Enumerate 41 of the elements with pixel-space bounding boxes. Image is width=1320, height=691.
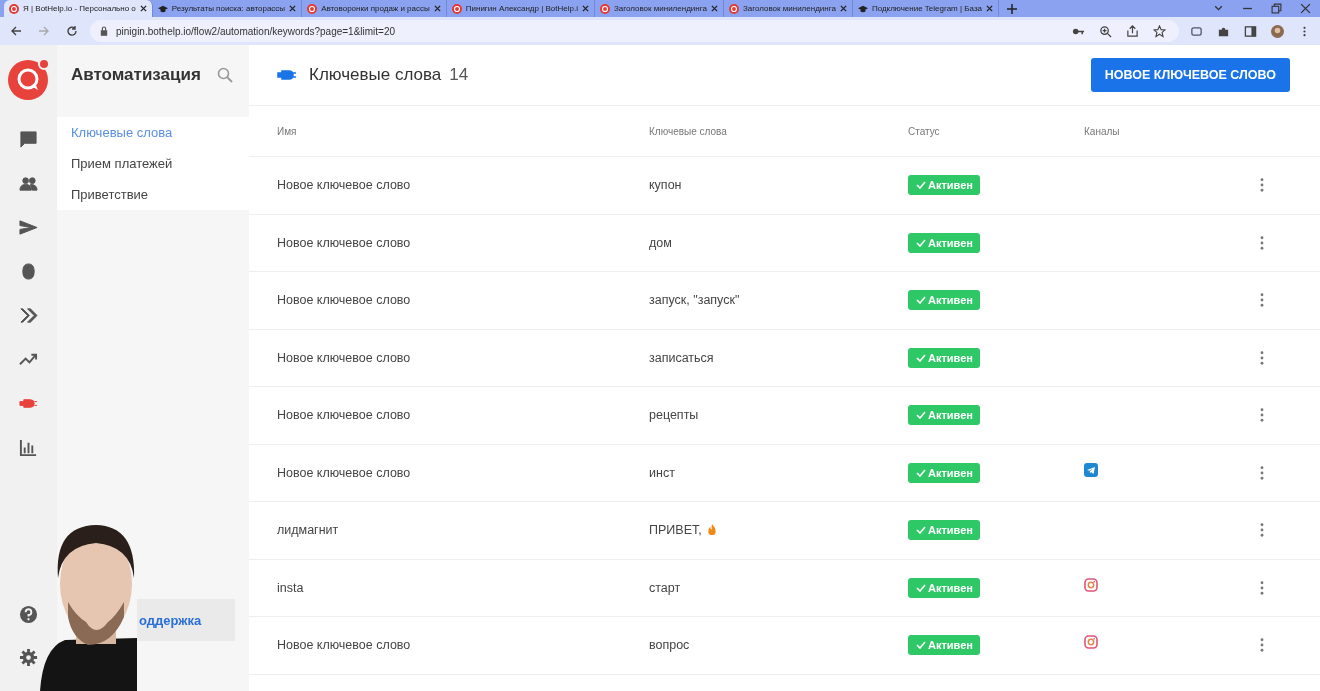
keyword-text: записаться — [649, 350, 714, 365]
keyword-name: Новое ключевое слово — [276, 293, 412, 308]
keyword-name: лидмагнит — [276, 523, 340, 538]
status-badge: Активен — [908, 347, 980, 368]
status-badge: Активен — [908, 520, 980, 541]
keyword-text: старт — [649, 580, 681, 595]
status-badge: Активен — [908, 232, 980, 253]
column-header: Статус — [908, 125, 941, 137]
keyword-text: ПРИВЕТ, — [649, 523, 702, 538]
keyword-name: Новое ключевое слово — [276, 178, 412, 193]
browser-tab[interactable]: Я | BotHelp.io - Персонально о — [4, 0, 153, 17]
keyword-name: Новое ключевое слово — [276, 638, 412, 653]
keyword-text: вопрос — [649, 638, 690, 653]
keyword-name: insta — [276, 580, 305, 595]
keyword-name: Новое ключевое слово — [276, 408, 412, 423]
keyword-text: запуск, "запуск" — [649, 293, 740, 308]
sidebar-title: Автоматизация — [71, 65, 201, 85]
status-badge: Активен — [908, 577, 980, 598]
keyword-count: 14 — [449, 65, 469, 85]
keyword-text: рецепты — [649, 408, 699, 423]
keyword-text: купон — [649, 178, 682, 193]
keyword-text: инст — [649, 465, 675, 480]
column-header: Каналы — [1084, 125, 1121, 137]
column-header: Имя — [276, 125, 298, 137]
status-badge: Активен — [908, 290, 980, 311]
page-title: Ключевые слова — [309, 65, 442, 85]
status-badge: Активен — [908, 175, 980, 196]
keyword-name: Новое ключевое слово — [276, 350, 412, 365]
new-keyword-button[interactable]: НОВОЕ КЛЮЧЕВОЕ СЛОВО — [1090, 58, 1290, 92]
address-field[interactable]: pinigin.bothelp.io/flow2/automation/keywords?page=1&limit=20 — [90, 20, 1179, 42]
sidebar-item[interactable]: Ключевые слова — [57, 117, 249, 148]
column-header: Ключевые слова — [649, 125, 728, 137]
keyword-name: Новое ключевое слово — [276, 465, 412, 480]
keyword-text: дом — [649, 235, 672, 250]
status-badge: Активен — [908, 405, 980, 426]
support-button[interactable]: оддержка — [137, 599, 235, 641]
status-badge: Активен — [908, 462, 980, 483]
status-badge: Активен — [908, 635, 980, 656]
keyword-name: Новое ключевое слово — [276, 235, 412, 250]
sidebar-item[interactable]: Приветствие — [57, 179, 249, 210]
sidebar-item[interactable]: Прием платежей — [57, 148, 249, 179]
